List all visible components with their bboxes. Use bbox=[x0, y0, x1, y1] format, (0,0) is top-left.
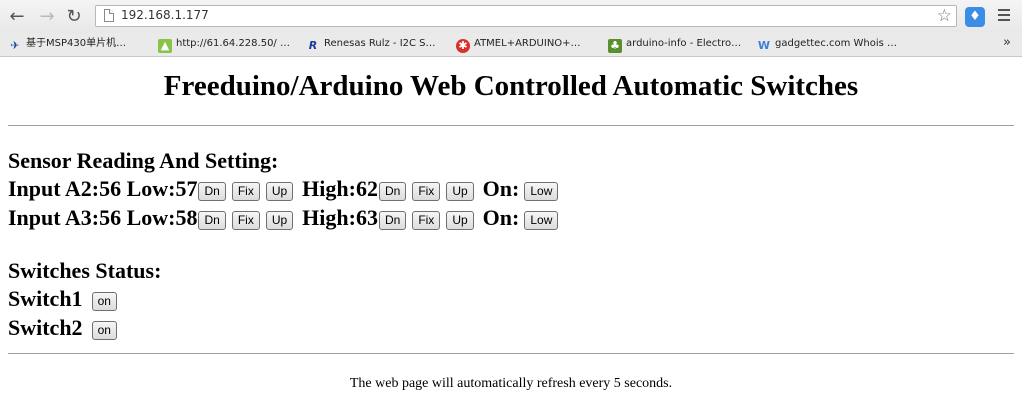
bottom-divider bbox=[8, 353, 1014, 354]
on-state-button[interactable]: Low bbox=[524, 182, 559, 201]
low-up-button[interactable]: Up bbox=[265, 182, 294, 201]
high-down-button[interactable]: Dn bbox=[378, 211, 407, 230]
renesas-r-icon: R bbox=[308, 39, 318, 52]
switch-label: Switch1 bbox=[8, 286, 83, 311]
bookmarks-bar: ✈ 基于MSP430单片机… ▲ http://61.64.228.50/ … RR… bbox=[0, 33, 1022, 57]
w-icon: W bbox=[757, 39, 771, 52]
refresh-notice: The web page will automatically refresh … bbox=[349, 376, 673, 391]
bookmark-item[interactable]: ✱ ATMEL+ARDUINO+… bbox=[456, 36, 581, 53]
switch1-toggle-button[interactable]: on bbox=[91, 292, 117, 311]
high-up-button[interactable]: Up bbox=[446, 182, 474, 201]
on-state-button[interactable]: Low bbox=[524, 211, 559, 230]
extension-icon[interactable]: ♦ bbox=[965, 7, 985, 27]
low-label: Low: bbox=[126, 176, 176, 201]
sensor-heading: Sensor Reading And Setting: bbox=[8, 148, 279, 173]
address-bar[interactable]: 192.168.1.177 ☆ bbox=[95, 5, 957, 27]
browser-toolbar: ← → ↻ 192.168.1.177 ☆ ♦ bbox=[0, 0, 1022, 33]
low-value: 57 bbox=[175, 176, 198, 201]
on-label: On: bbox=[482, 176, 520, 201]
bird-icon: ✈ bbox=[10, 39, 20, 52]
bookmark-item[interactable]: R Renesas Rulz - I2C S… bbox=[306, 36, 436, 52]
low-down-button[interactable]: Dn bbox=[198, 182, 226, 201]
bookmark-star-icon[interactable]: ☆ bbox=[937, 6, 952, 26]
high-label: High: bbox=[302, 205, 356, 230]
bookmark-item[interactable]: ♣ arduino-info - Electro… bbox=[608, 36, 741, 53]
page-title: Freeduino/Arduino Web Controlled Automat… bbox=[163, 70, 859, 102]
high-value: 63 bbox=[355, 205, 378, 230]
switch-row-2: Switch2 on bbox=[8, 315, 118, 341]
high-label: High: bbox=[302, 176, 356, 201]
back-arrow-icon[interactable]: ← bbox=[6, 6, 28, 28]
reload-icon[interactable]: ↻ bbox=[63, 6, 85, 28]
bookmark-item[interactable]: ▲ http://61.64.228.50/ … bbox=[158, 36, 290, 53]
plant-icon: ♣ bbox=[608, 39, 622, 53]
input-label: Input A2: bbox=[8, 176, 100, 201]
bookmarks-overflow-icon[interactable]: » bbox=[1003, 35, 1011, 50]
top-divider bbox=[8, 125, 1014, 126]
low-value: 58 bbox=[175, 205, 198, 230]
low-down-button[interactable]: Dn bbox=[198, 211, 226, 230]
low-fix-button[interactable]: Fix bbox=[231, 211, 260, 230]
high-fix-button[interactable]: Fix bbox=[412, 211, 441, 230]
switch-row-1: Switch1 on bbox=[8, 286, 118, 312]
high-fix-button[interactable]: Fix bbox=[412, 182, 441, 201]
input-value: 56 bbox=[99, 176, 122, 201]
high-up-button[interactable]: Up bbox=[446, 211, 474, 230]
page-icon bbox=[104, 9, 114, 22]
forward-arrow-icon[interactable]: → bbox=[36, 6, 58, 28]
bookmark-item[interactable]: Wgadgettec.com Whois … bbox=[757, 36, 897, 52]
low-fix-button[interactable]: Fix bbox=[231, 182, 260, 201]
android-icon: ▲ bbox=[158, 39, 172, 53]
chip-icon: ✱ bbox=[456, 39, 470, 53]
on-label: On: bbox=[482, 205, 520, 230]
high-value: 62 bbox=[355, 176, 378, 201]
high-down-button[interactable]: Dn bbox=[378, 182, 407, 201]
url-text[interactable]: 192.168.1.177 bbox=[121, 8, 209, 22]
switches-heading: Switches Status: bbox=[8, 258, 162, 283]
input-value: 56 bbox=[99, 205, 122, 230]
low-up-button[interactable]: Up bbox=[265, 211, 294, 230]
bookmark-item[interactable]: ✈ 基于MSP430单片机… bbox=[8, 36, 126, 52]
low-label: Low: bbox=[126, 205, 176, 230]
switch2-toggle-button[interactable]: on bbox=[91, 321, 117, 340]
input-row-a3: Input A3:56 Low:58 Dn Fix Up High:63 Dn Fix Up O… bbox=[8, 205, 559, 231]
input-label: Input A3: bbox=[8, 205, 100, 230]
input-row-a2: Input A2:56 Low:57 Dn Fix Up High:62 Dn Fix Up O… bbox=[8, 176, 559, 202]
menu-icon[interactable] bbox=[998, 9, 1010, 23]
switch-label: Switch2 bbox=[8, 315, 83, 340]
